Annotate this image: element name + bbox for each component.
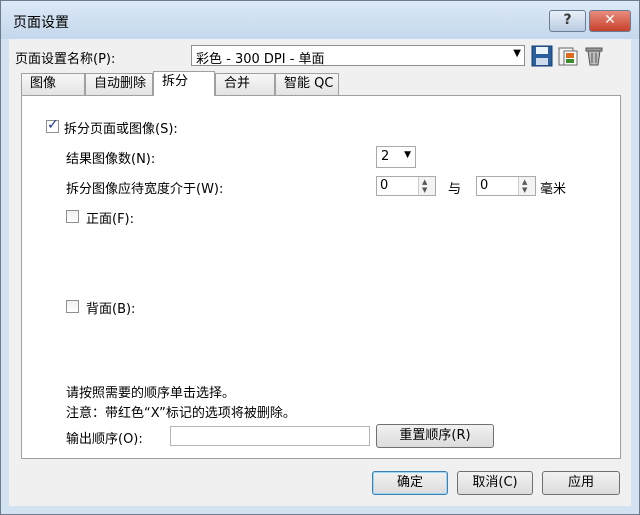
note-text: 注意：带红色“X”标记的选项将被删除。 bbox=[66, 406, 296, 421]
tab-smart-qc[interactable]: 智能 QC bbox=[275, 73, 339, 95]
back-checkbox[interactable] bbox=[66, 300, 79, 313]
split-panel: ✓ 拆分页面或图像(S): 结果图像数(N): 2 ▼ 拆分图像应待宽度介于(W… bbox=[21, 95, 621, 459]
spin-up-icon[interactable]: ▲ bbox=[422, 178, 427, 186]
close-button[interactable]: ✕ bbox=[589, 10, 631, 32]
unit-label: 毫米 bbox=[540, 182, 567, 197]
chevron-down-icon: ▼ bbox=[513, 48, 521, 59]
spin-buttons[interactable]: ▲ ▼ bbox=[418, 177, 435, 195]
result-count-value: 2 bbox=[381, 149, 390, 164]
apply-button[interactable]: 应用 bbox=[542, 471, 620, 495]
dialog-title: 页面设置 bbox=[13, 15, 69, 31]
tab-image[interactable]: 图像 bbox=[21, 73, 85, 95]
tab-split[interactable]: 拆分 bbox=[153, 71, 215, 96]
spin-down-icon[interactable]: ▼ bbox=[422, 186, 427, 194]
save-icon[interactable] bbox=[531, 45, 553, 67]
spin-down-icon[interactable]: ▼ bbox=[522, 186, 527, 194]
result-count-select[interactable]: 2 ▼ bbox=[376, 146, 416, 168]
reset-order-button[interactable]: 重置顺序(R) bbox=[376, 424, 494, 448]
tab-auto-delete[interactable]: 自动删除 bbox=[85, 73, 153, 95]
width-to-spinner[interactable]: 0 ▲ ▼ bbox=[476, 176, 536, 196]
delete-icon[interactable] bbox=[583, 45, 605, 67]
tab-merge[interactable]: 合并 bbox=[215, 73, 275, 95]
front-checkbox[interactable] bbox=[66, 210, 79, 223]
help-button[interactable]: ? bbox=[549, 10, 586, 32]
title-bar: 页面设置 ? ✕ bbox=[1, 1, 639, 39]
width-label: 拆分图像应待宽度介于(W): bbox=[66, 182, 224, 197]
setting-name-label: 页面设置名称(P): bbox=[15, 52, 116, 67]
width-from-value: 0 bbox=[380, 178, 389, 193]
width-from-spinner[interactable]: 0 ▲ ▼ bbox=[376, 176, 436, 196]
copy-setting-icon[interactable] bbox=[557, 45, 579, 67]
front-label: 正面(F): bbox=[86, 212, 135, 227]
setting-name-value: 彩色 - 300 DPI - 单面 bbox=[196, 52, 325, 67]
dialog-body: 页面设置名称(P): 彩色 - 300 DPI - 单面 ▼ 图像 自动删除 拆… bbox=[9, 39, 631, 506]
back-label: 背面(B): bbox=[86, 302, 136, 317]
and-label: 与 bbox=[448, 182, 462, 197]
page-setup-dialog: 页面设置 ? ✕ 页面设置名称(P): 彩色 - 300 DPI - 单面 ▼ bbox=[0, 0, 640, 515]
checkmark-icon: ✓ bbox=[47, 117, 59, 133]
output-order-label: 输出顺序(O): bbox=[66, 432, 143, 447]
chevron-down-icon: ▼ bbox=[404, 150, 411, 160]
result-count-label: 结果图像数(N): bbox=[66, 152, 156, 167]
split-checkbox-label: 拆分页面或图像(S): bbox=[64, 122, 178, 137]
ok-button[interactable]: 确定 bbox=[372, 471, 448, 495]
cancel-button[interactable]: 取消(C) bbox=[457, 471, 533, 495]
spin-buttons[interactable]: ▲ ▼ bbox=[518, 177, 535, 195]
tab-strip: 图像 自动删除 拆分 合并 智能 QC bbox=[21, 71, 621, 96]
output-order-field[interactable] bbox=[170, 426, 370, 446]
setting-name-dropdown[interactable]: 彩色 - 300 DPI - 单面 ▼ bbox=[191, 45, 525, 67]
instruction-text: 请按照需要的顺序单击选择。 bbox=[66, 386, 236, 401]
width-to-value: 0 bbox=[480, 178, 489, 193]
spin-up-icon[interactable]: ▲ bbox=[522, 178, 527, 186]
split-checkbox[interactable]: ✓ bbox=[46, 117, 59, 133]
